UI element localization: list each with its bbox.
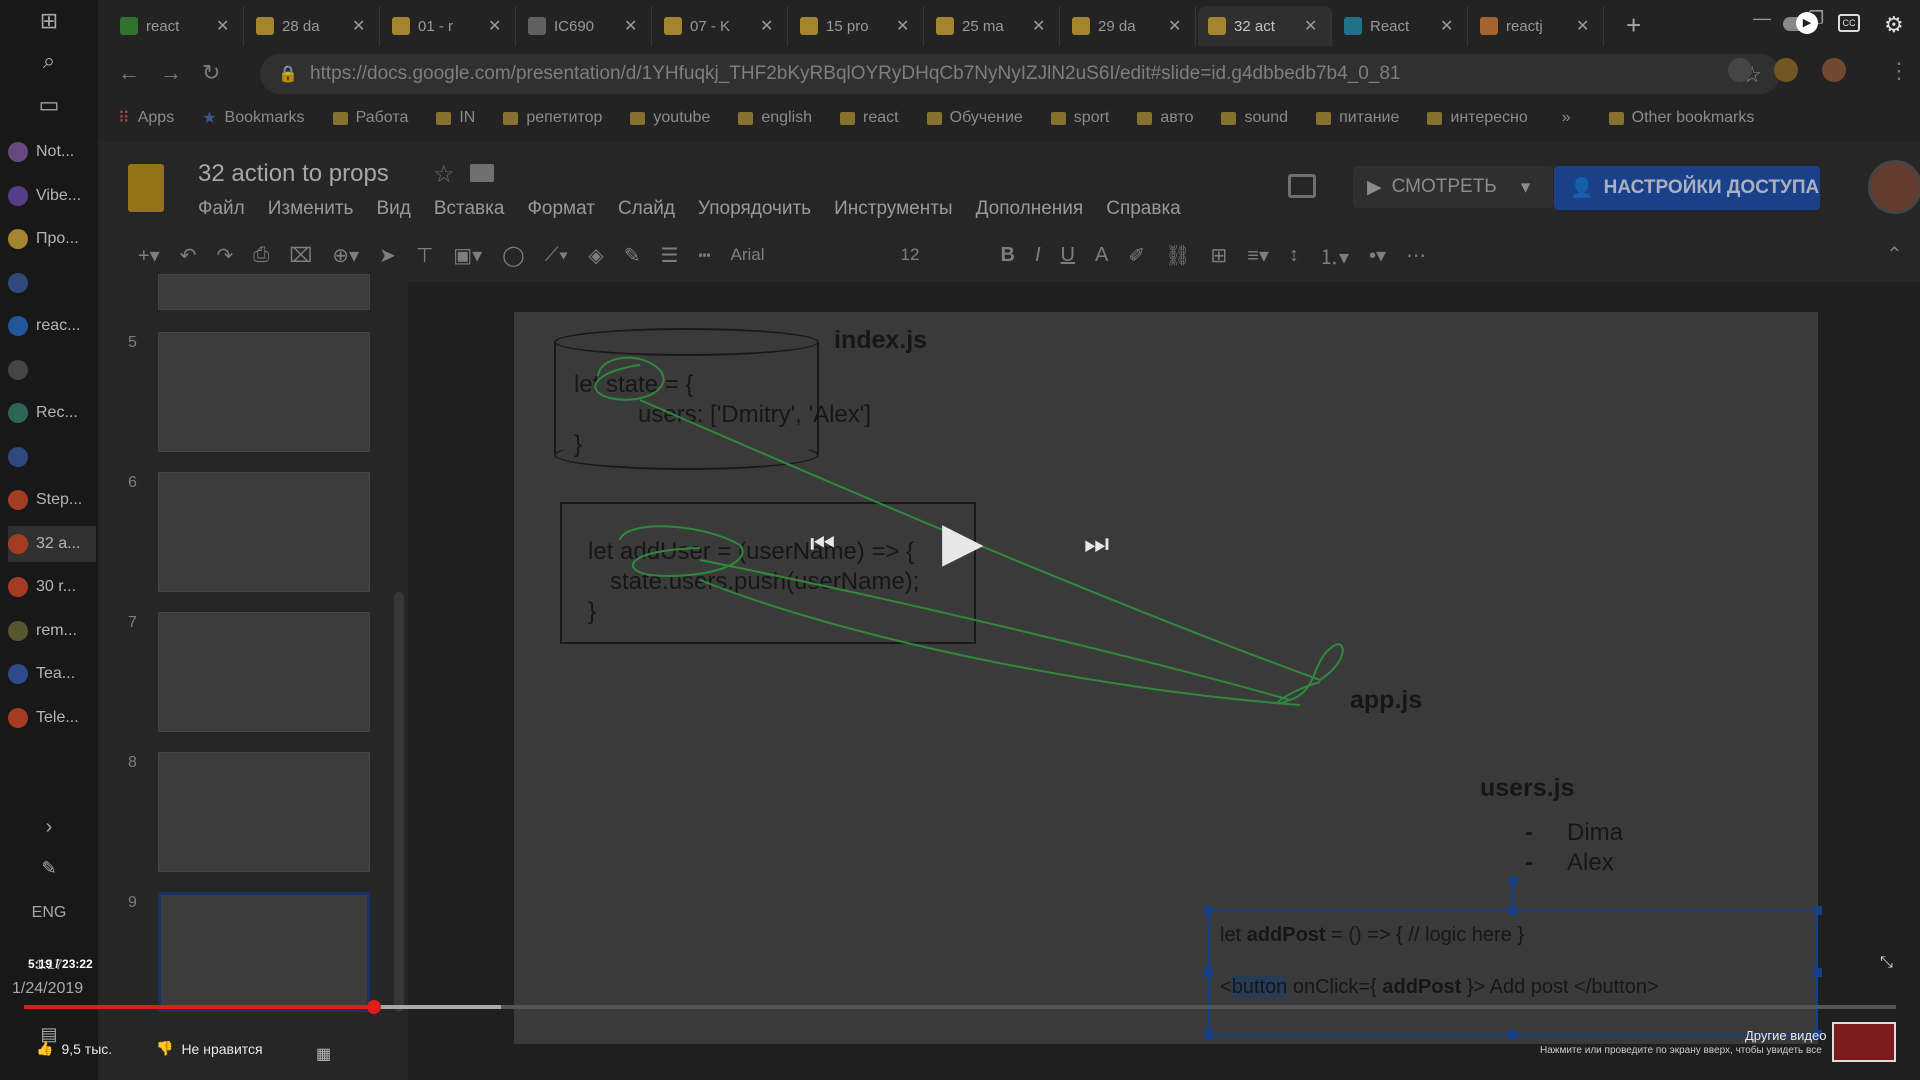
settings-gear-icon[interactable]: ⚙ xyxy=(1884,12,1904,38)
progress-scrubber[interactable] xyxy=(367,1000,382,1014)
video-progress-bar[interactable] xyxy=(24,1000,1896,1014)
grid-icon[interactable]: ▦ xyxy=(316,1044,331,1064)
other-videos-label[interactable]: Другие видео xyxy=(1745,1028,1826,1043)
play-button[interactable]: ▶ xyxy=(942,510,984,573)
captions-button[interactable]: CC xyxy=(1838,14,1860,32)
next-icon[interactable]: ⏭ xyxy=(1084,528,1109,561)
other-video-thumbnail[interactable] xyxy=(1832,1022,1896,1062)
autoplay-knob-icon: ▶ xyxy=(1796,12,1818,34)
previous-icon[interactable]: ⏮ xyxy=(810,528,835,561)
thumbs-up-icon: 👍 xyxy=(36,1040,54,1056)
dislike-label: Не нравится xyxy=(181,1040,263,1057)
like-button[interactable]: 👍 9,5 тыс. xyxy=(36,1040,112,1057)
swipe-hint: Нажмите или проведите по экрану вверх, ч… xyxy=(1540,1045,1822,1056)
thumbs-down-icon: 👎 xyxy=(156,1040,174,1056)
video-timecode: 5:19 / 23:22 xyxy=(28,957,93,971)
screen: ⊞ ⌕ ▭ Not... Vibe... Про... reac... Rec... St… xyxy=(0,0,1920,1080)
dislike-button[interactable]: 👎 Не нравится xyxy=(156,1040,263,1057)
like-count: 9,5 тыс. xyxy=(61,1040,113,1057)
progress-played xyxy=(24,1005,375,1009)
fullscreen-exit-icon[interactable]: ⤡ xyxy=(1880,954,1893,972)
